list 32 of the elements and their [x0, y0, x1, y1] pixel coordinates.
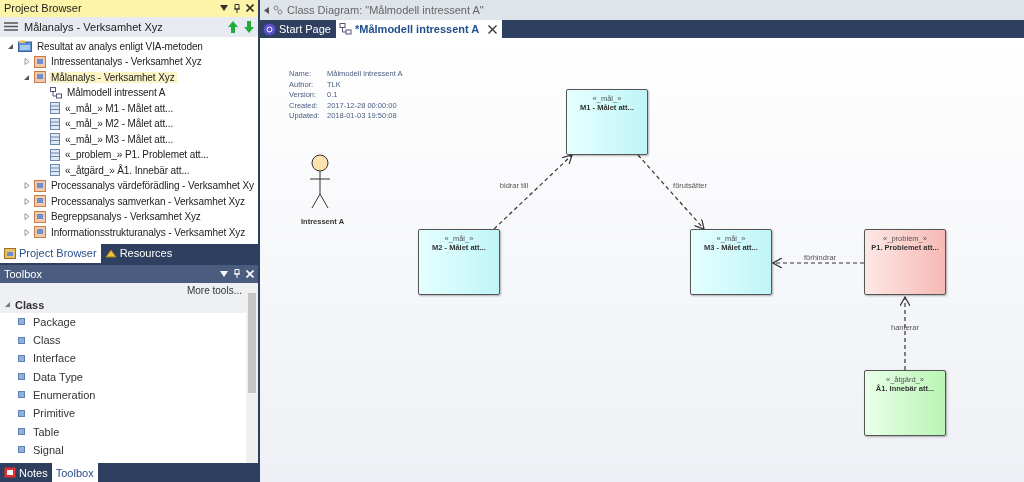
tree-item[interactable]: «_mål_» M2 - Målet att... [63, 118, 176, 130]
toolbox-item[interactable]: Class [33, 334, 61, 347]
current-package-label: Målanalys - Verksamhet Xyz [24, 20, 164, 33]
tree-item[interactable]: Begreppsanalys - Verksamhet Xyz [49, 211, 203, 223]
more-tools-link[interactable]: More tools... [186, 284, 242, 296]
tree-item[interactable]: Intressentanalys - Verksamhet Xyz [49, 56, 204, 68]
tree-item[interactable]: «_problem_» P1. Problemet att... [63, 149, 211, 161]
tree-item[interactable]: Resultat av analys enligt VIA-metoden [35, 40, 205, 52]
panel-tab[interactable]: Resources [100, 243, 177, 263]
toolbox-item[interactable]: Table [33, 425, 60, 438]
toolbox-item[interactable]: Data Type [33, 370, 83, 383]
tree-item[interactable]: «_åtgärd_» Å1. Innebär att... [63, 164, 192, 176]
tree-item[interactable]: Målanalys - Verksamhet Xyz [49, 71, 177, 83]
diagram-title: Class Diagram: "Målmodell intressent A" [287, 4, 484, 16]
panel-title: Toolbox [4, 267, 43, 280]
tree-item[interactable]: Processanalys samverkan - Verksamhet Xyz [49, 195, 247, 207]
panel-title: Project Browser [4, 2, 83, 15]
tree-item[interactable]: Informationsstrukturanalys - Verksamhet Xyz [49, 226, 248, 238]
document-tab[interactable]: *Målmodell intressent A [336, 20, 503, 38]
toolbox-item[interactable]: Package [33, 315, 76, 328]
tree-item[interactable]: «_mål_» M1 - Målet att... [63, 102, 176, 114]
tree-item[interactable]: Processanalys värdeförädling - Verksamhet Xy [49, 180, 256, 192]
toolbox-item[interactable]: Signal [33, 443, 64, 456]
tree-item[interactable]: «_mål_» M3 - Målet att... [63, 133, 176, 145]
toolbox-section-title[interactable]: Class [15, 298, 45, 311]
toolbox-item[interactable]: Enumeration [33, 389, 96, 401]
tree-item[interactable]: Målmodell intressent A [65, 87, 168, 99]
toolbox-item[interactable]: Primitive [33, 407, 76, 420]
document-tab[interactable]: Start Page [260, 20, 336, 38]
panel-tab[interactable]: Notes [0, 463, 52, 482]
panel-tab[interactable]: Toolbox [51, 463, 98, 482]
toolbox-item[interactable]: Interface [33, 352, 76, 365]
